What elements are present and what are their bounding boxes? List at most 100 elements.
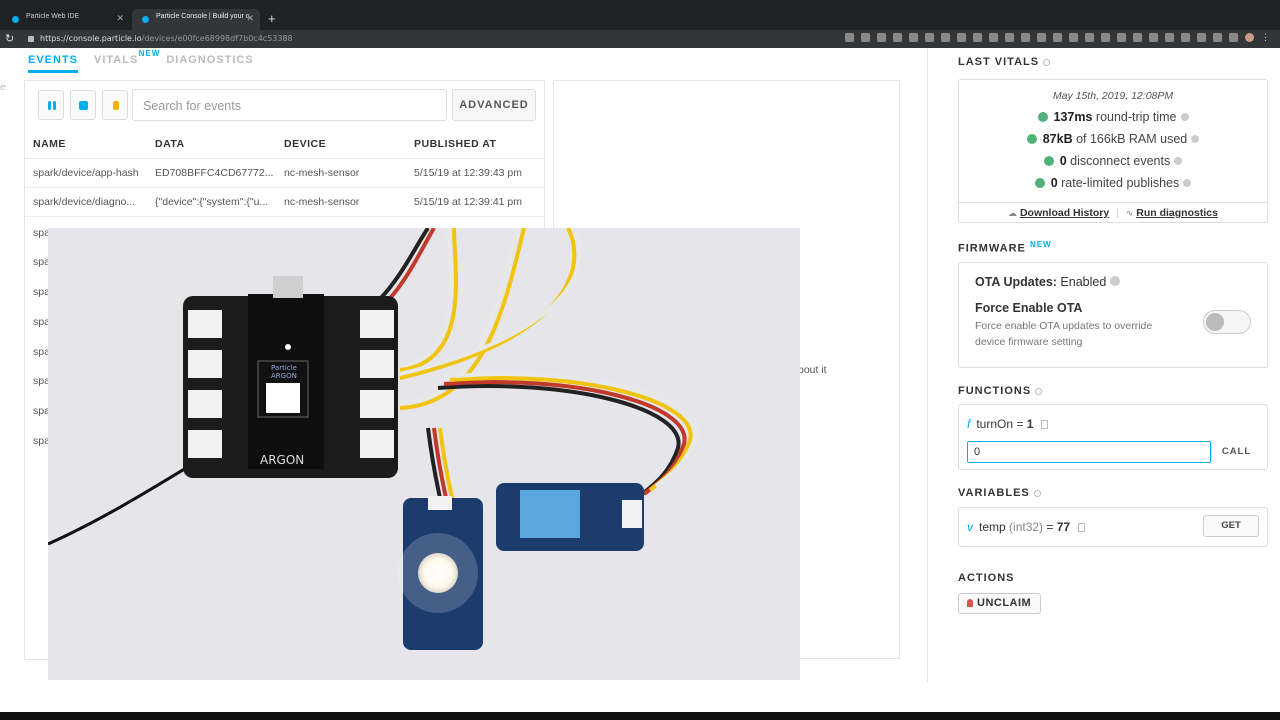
extension-icon[interactable] — [1229, 33, 1238, 42]
vital-value: 87kB — [1042, 132, 1073, 146]
board-model-text: ARGON — [271, 372, 297, 380]
event-name: spark/device/diagno... — [33, 196, 136, 208]
actions-title: ACTIONS — [958, 572, 1015, 584]
vitals-card: May 15th, 2019, 12:08PM 137ms round-trip… — [958, 79, 1268, 223]
extension-icon[interactable] — [1197, 33, 1206, 42]
extension-icon[interactable] — [1005, 33, 1014, 42]
bottom-bar — [0, 712, 1280, 720]
table-row[interactable]: spark/device/diagno... {"device":{"syste… — [25, 188, 544, 217]
address-bar: ↻ https://console.particle.io/devices/e0… — [0, 30, 1280, 48]
copy-icon[interactable] — [1041, 420, 1049, 429]
extension-icon[interactable] — [1181, 33, 1190, 42]
get-button[interactable]: GET — [1203, 515, 1259, 537]
extension-icon[interactable] — [1085, 33, 1094, 42]
tab-diagnostics[interactable]: DIAGNOSTICS — [166, 54, 253, 73]
terminal-icon — [79, 101, 88, 110]
table-row[interactable]: spark/device/app-hash ED708BFFC4CD67772.… — [25, 159, 544, 188]
pause-button[interactable] — [38, 90, 64, 120]
extension-icon[interactable] — [989, 33, 998, 42]
extension-icon[interactable] — [1117, 33, 1126, 42]
run-diagnostics-link[interactable]: Run diagnostics — [1136, 207, 1218, 219]
url-host: https://console.particle.io — [40, 34, 142, 43]
search-events-input[interactable]: Search for events — [132, 89, 447, 121]
function-argument-input[interactable]: 0 — [967, 441, 1211, 463]
info-icon[interactable] — [1183, 179, 1192, 187]
variables-title-text: VARIABLES — [958, 487, 1030, 499]
ota-label: OTA Updates: — [975, 275, 1057, 289]
event-published: 5/15/19 at 12:39:43 pm — [414, 167, 522, 179]
pulse-icon: ∿ — [1125, 208, 1134, 218]
refresh-icon[interactable] — [1043, 58, 1051, 66]
variable-value: 77 — [1056, 520, 1071, 534]
refresh-icon[interactable] — [1033, 489, 1041, 497]
info-icon[interactable] — [1174, 157, 1183, 165]
variable-icon: v — [967, 520, 973, 534]
event-data: {"device":{"system":{"u... — [155, 196, 269, 208]
column-header-name: NAME — [33, 138, 66, 150]
zoom-icon[interactable] — [845, 33, 854, 42]
extension-icon[interactable] — [909, 33, 918, 42]
extension-icon[interactable] — [1165, 33, 1174, 42]
extension-icons: ⋮ — [845, 33, 1270, 42]
reload-icon[interactable]: ↻ — [5, 32, 14, 45]
lock-icon — [28, 36, 34, 42]
trash-icon — [113, 101, 119, 110]
extension-icon[interactable] — [1149, 33, 1158, 42]
extension-icon[interactable] — [877, 33, 886, 42]
info-icon[interactable] — [1191, 135, 1200, 143]
extension-icon[interactable] — [925, 33, 934, 42]
bookmark-star-icon[interactable] — [861, 33, 870, 42]
copy-icon[interactable] — [1078, 523, 1086, 532]
vitals-date: May 15th, 2019, 12:08PM — [1052, 90, 1174, 102]
check-icon — [1043, 156, 1054, 166]
terminal-button[interactable] — [70, 90, 96, 120]
new-tab-button[interactable]: + — [268, 11, 276, 26]
extension-icon[interactable] — [957, 33, 966, 42]
particle-favicon-icon — [12, 16, 19, 23]
call-button[interactable]: CALL — [1211, 441, 1261, 463]
browser-tab-title: Particle Console | Build your c — [156, 13, 250, 20]
profile-avatar-icon[interactable] — [1245, 33, 1254, 42]
new-badge: NEW — [138, 49, 161, 58]
extension-icon[interactable] — [1037, 33, 1046, 42]
url-path: /devices/e00fce68998df7b0c4c53388 — [141, 34, 293, 43]
sidebar-divider — [927, 48, 928, 682]
refresh-icon[interactable] — [1035, 387, 1043, 395]
force-ota-toggle[interactable] — [1203, 310, 1251, 334]
left-edge-fragment: e — [0, 82, 6, 93]
extension-icon[interactable] — [1021, 33, 1030, 42]
extension-icon[interactable] — [893, 33, 902, 42]
extension-icon[interactable] — [1053, 33, 1062, 42]
menu-kebab-icon[interactable]: ⋮ — [1261, 33, 1270, 42]
function-card: f turnOn = 1 0 CALL — [958, 404, 1268, 470]
event-detail-text-fragment: bout it — [798, 364, 827, 376]
clear-button[interactable] — [102, 90, 128, 120]
extension-icon[interactable] — [1069, 33, 1078, 42]
browser-tab-web-ide[interactable]: Particle Web IDE ✕ — [2, 9, 130, 30]
info-icon[interactable] — [1180, 113, 1189, 121]
extension-icon[interactable] — [1133, 33, 1142, 42]
advanced-button[interactable]: ADVANCED — [452, 89, 536, 121]
event-data: ED708BFFC4CD67772... — [155, 167, 274, 179]
extension-icon[interactable] — [941, 33, 950, 42]
board-brand-text: Particle — [271, 364, 297, 372]
extension-icon[interactable] — [1213, 33, 1222, 42]
tab-vitals[interactable]: VITALS NEW — [94, 49, 159, 73]
column-header-published: PUBLISHED AT — [414, 138, 497, 150]
url-field[interactable]: https://console.particle.io/devices/e00f… — [40, 34, 293, 43]
unclaim-label: UNCLAIM — [977, 597, 1032, 609]
tab-events[interactable]: EVENTS — [28, 54, 79, 73]
extension-icon[interactable] — [1101, 33, 1110, 42]
variable-card: v temp (int32) = 77 GET — [958, 507, 1268, 547]
variable-signature: v temp (int32) = 77 — [967, 520, 1086, 534]
close-tab-icon[interactable]: ✕ — [116, 13, 124, 24]
info-icon[interactable] — [1110, 276, 1121, 286]
unclaim-button[interactable]: UNCLAIM — [958, 593, 1041, 614]
close-tab-icon[interactable]: ✕ — [246, 13, 254, 24]
device-photo-overlay: Particle ARGON ARGON — [48, 228, 800, 680]
vital-label: of 166kB RAM used — [1072, 132, 1188, 146]
download-history-link[interactable]: Download History — [1020, 207, 1109, 219]
vital-label: round-trip time — [1092, 110, 1177, 124]
extension-icon[interactable] — [973, 33, 982, 42]
browser-tab-console[interactable]: Particle Console | Build your c ✕ — [132, 9, 260, 30]
